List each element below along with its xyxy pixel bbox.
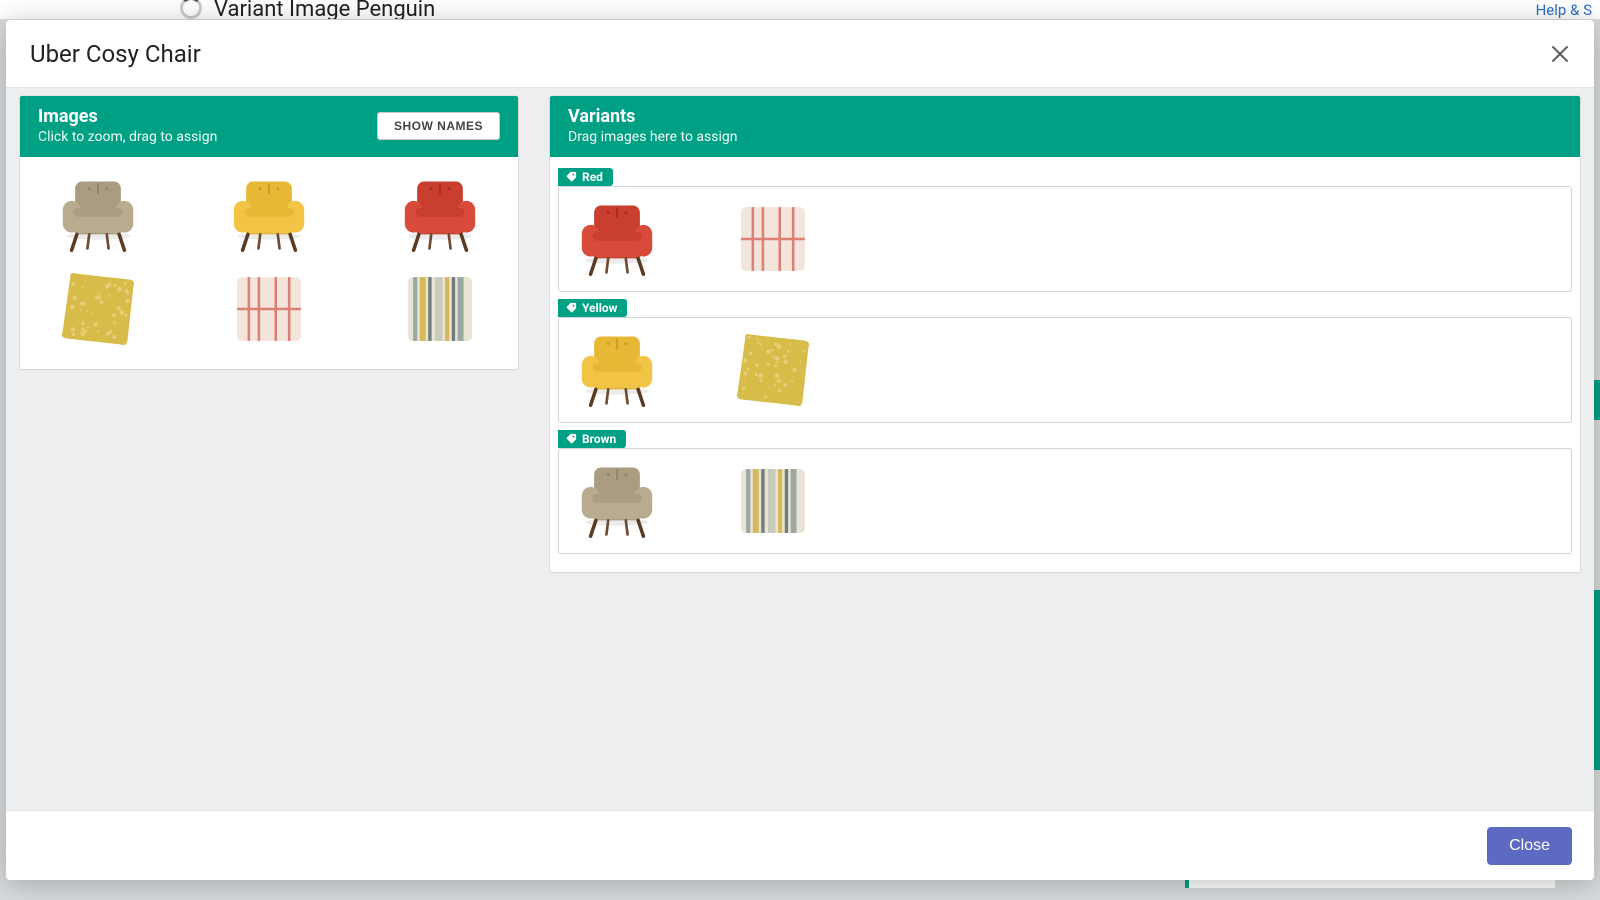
modal-title: Uber Cosy Chair (30, 40, 201, 68)
thumbnail-chair-brown[interactable] (573, 457, 661, 545)
help-link[interactable]: Help & S (1536, 1, 1592, 19)
thumbnail-pillow-yellow[interactable] (726, 323, 821, 418)
thumbnail-pillow-red[interactable] (227, 267, 311, 351)
background-app-header: Variant Image Penguin Help & S (0, 0, 1600, 20)
variant-group-red: Red (558, 167, 1572, 292)
variant-tag-label: Yellow (582, 301, 617, 315)
variant-dropzone[interactable] (558, 317, 1572, 423)
product-variant-modal: Uber Cosy Chair Images Click to zoom, dr… (6, 20, 1594, 880)
thumbnail-pillow-red[interactable] (731, 197, 815, 281)
images-panel-title: Images (38, 106, 217, 127)
spinner-icon (180, 0, 202, 19)
images-panel-subtitle: Click to zoom, drag to assign (38, 129, 217, 145)
variant-tag-label: Brown (582, 432, 616, 446)
modal-body: Images Click to zoom, drag to assign SHO… (6, 88, 1594, 810)
variant-tag-label: Red (582, 170, 603, 184)
variant-tag[interactable]: Brown (558, 430, 626, 448)
images-grid (20, 157, 518, 369)
variants-panel: Variants Drag images here to assign Red Y… (550, 96, 1580, 572)
variants-panel-header: Variants Drag images here to assign (550, 96, 1580, 157)
variant-tag[interactable]: Red (558, 168, 613, 186)
thumbnail-pillow-yellow[interactable] (51, 262, 146, 357)
variant-dropzone[interactable] (558, 448, 1572, 554)
variant-group-brown: Brown (558, 429, 1572, 554)
variants-body: Red Yellow Brown (550, 157, 1580, 572)
thumbnail-chair-red[interactable] (573, 195, 661, 283)
thumbnail-chair-brown[interactable] (54, 171, 142, 259)
modal-header: Uber Cosy Chair (6, 20, 1594, 88)
close-button[interactable]: Close (1487, 827, 1572, 865)
close-icon[interactable] (1540, 34, 1580, 74)
variant-group-yellow: Yellow (558, 298, 1572, 423)
images-panel-header: Images Click to zoom, drag to assign SHO… (20, 96, 518, 157)
modal-footer: Close (6, 810, 1594, 880)
thumbnail-chair-yellow[interactable] (573, 326, 661, 414)
variant-dropzone[interactable] (558, 186, 1572, 292)
show-names-button[interactable]: SHOW NAMES (377, 112, 500, 140)
images-panel: Images Click to zoom, drag to assign SHO… (20, 96, 518, 369)
thumbnail-pillow-stripe[interactable] (398, 267, 482, 351)
thumbnail-pillow-stripe[interactable] (731, 459, 815, 543)
variants-panel-title: Variants (568, 106, 738, 127)
variants-panel-subtitle: Drag images here to assign (568, 129, 738, 145)
background-app-title: Variant Image Penguin (214, 0, 435, 20)
variant-tag[interactable]: Yellow (558, 299, 627, 317)
